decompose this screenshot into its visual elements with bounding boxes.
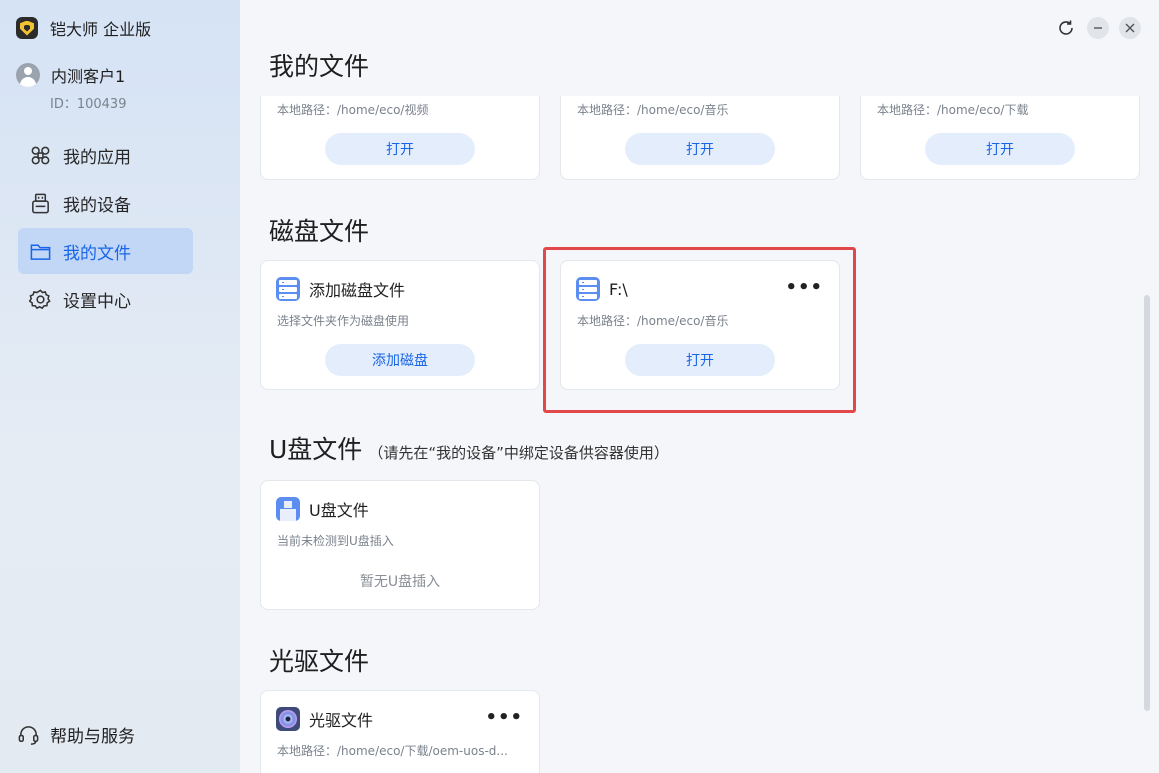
user-name: 内测客户1: [51, 67, 126, 86]
card-desc: 当前未检测到U盘插入: [277, 534, 394, 548]
empty-state-text: 暂无U盘插入: [359, 574, 441, 590]
app-logo: [16, 17, 38, 39]
app-title: 铠大师 企业版: [50, 20, 152, 39]
avatar-icon[interactable]: [16, 63, 40, 87]
refresh-icon[interactable]: [1055, 17, 1077, 39]
sidebar: 铠大师 企业版 内测客户1 ID：100439 我的应用 我的设备 我的文件 设…: [0, 0, 240, 773]
open-button[interactable]: 打开: [625, 133, 775, 165]
sidebar-item-my-devices[interactable]: 我的设备: [18, 180, 193, 226]
app-header: 铠大师 企业版: [16, 15, 151, 41]
disk-icon: [276, 277, 300, 301]
gear-icon: [28, 287, 52, 311]
close-icon[interactable]: [1119, 17, 1141, 39]
usb-icon: [276, 497, 300, 521]
card-path: 本地路径：/home/eco/下载: [877, 103, 1029, 117]
sidebar-item-label: 我的应用: [63, 147, 131, 168]
window-controls: [1055, 17, 1141, 39]
section-title-text: U盘文件: [269, 435, 363, 464]
user-info: 内测客户1 ID：100439: [16, 62, 126, 112]
scrollbar[interactable]: [1144, 295, 1150, 711]
section-title-disk-files: 磁盘文件: [269, 217, 370, 246]
help-and-service[interactable]: 帮助与服务: [16, 722, 135, 747]
minimize-icon[interactable]: [1087, 17, 1109, 39]
sidebar-nav: 我的应用 我的设备 我的文件 设置中心: [18, 132, 193, 324]
file-card-downloads: 本地路径：/home/eco/下载 打开: [860, 96, 1140, 180]
card-path: 本地路径：/home/eco/视频: [277, 103, 429, 117]
section-title-my-files: 我的文件: [269, 52, 370, 81]
section-subtitle: （请先在“我的设备”中绑定设备供容器使用）: [368, 444, 669, 462]
disc-icon: [276, 707, 300, 731]
headset-icon: [16, 723, 40, 747]
sidebar-item-settings[interactable]: 设置中心: [18, 276, 193, 322]
card-title: U盘文件: [309, 501, 369, 520]
more-icon[interactable]: •••: [485, 709, 523, 727]
sidebar-item-label: 我的设备: [63, 195, 131, 216]
help-label: 帮助与服务: [50, 727, 135, 747]
section-title-optical-files: 光驱文件: [269, 647, 370, 676]
card-title: 添加磁盘文件: [309, 281, 406, 300]
card-title: 光驱文件: [309, 711, 374, 730]
card-path: 本地路径：/home/eco/下载/oem-uos-d...: [277, 744, 508, 758]
open-button[interactable]: 打开: [925, 133, 1075, 165]
usb-card: U盘文件 当前未检测到U盘插入 暂无U盘插入: [260, 480, 540, 610]
add-disk-card: 添加磁盘文件 选择文件夹作为磁盘使用 添加磁盘: [260, 260, 540, 390]
card-path: 本地路径：/home/eco/音乐: [577, 103, 729, 117]
sidebar-item-my-files[interactable]: 我的文件: [18, 228, 193, 274]
open-button[interactable]: 打开: [325, 133, 475, 165]
optical-card: 光驱文件 ••• 本地路径：/home/eco/下载/oem-uos-d...: [260, 690, 540, 773]
highlight-box: [543, 247, 856, 413]
add-disk-button[interactable]: 添加磁盘: [325, 344, 475, 376]
user-id: ID：100439: [50, 97, 127, 112]
card-desc: 选择文件夹作为磁盘使用: [277, 314, 410, 328]
file-card-videos: 本地路径：/home/eco/视频 打开: [260, 96, 540, 180]
device-icon: [28, 191, 52, 215]
sidebar-item-label: 我的文件: [63, 243, 131, 264]
file-card-music: 本地路径：/home/eco/音乐 打开: [560, 96, 840, 180]
apps-icon: [28, 143, 52, 167]
folder-icon: [28, 239, 52, 263]
sidebar-item-label: 设置中心: [63, 291, 131, 312]
sidebar-item-my-apps[interactable]: 我的应用: [18, 132, 193, 178]
section-title-usb-files: U盘文件 （请先在“我的设备”中绑定设备供容器使用）: [269, 430, 669, 466]
